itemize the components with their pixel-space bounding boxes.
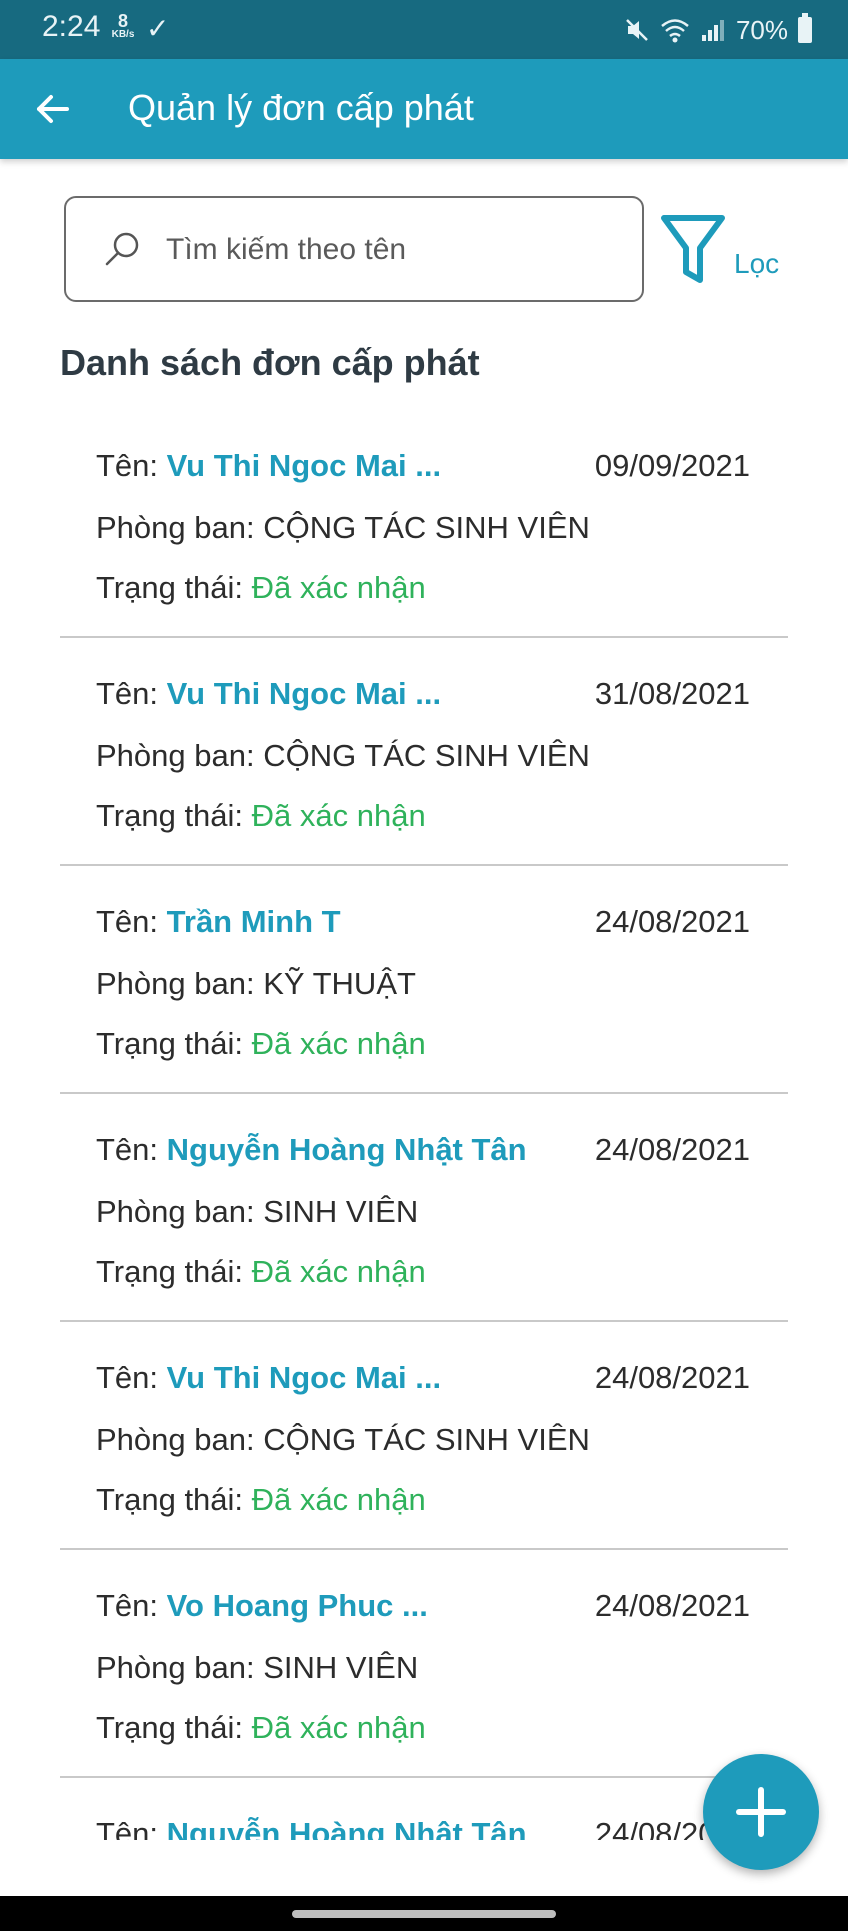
department-label: Phòng ban:: [96, 1194, 264, 1229]
status-row: Trạng thái: Đã xác nhận: [96, 1710, 426, 1746]
plus-icon: [736, 1787, 786, 1837]
mute-icon: [626, 19, 648, 41]
name-row: Tên: Vu Thi Ngoc Mai ...: [96, 676, 441, 712]
department-label: Phòng ban:: [96, 510, 264, 545]
status-icons: 70%: [624, 10, 812, 50]
list-item[interactable]: Tên: Trần Minh T 24/08/2021 Phòng ban: K…: [60, 866, 788, 1094]
item-status: Đã xác nhận: [251, 798, 426, 833]
item-status: Đã xác nhận: [251, 570, 426, 605]
status-time: 2:24: [42, 10, 101, 43]
name-row: Tên: Vu Thi Ngoc Mai ...: [96, 1360, 441, 1396]
list-item[interactable]: Tên: Vu Thi Ngoc Mai ... 31/08/2021 Phòn…: [60, 638, 788, 866]
name-row: Tên: Vu Thi Ngoc Mai ...: [96, 448, 441, 484]
name-row: Tên: Nguyễn Hoàng Nhật Tân: [96, 1132, 527, 1168]
filter-button[interactable]: Lọc: [656, 214, 786, 294]
status-bar: 2:24 8 KB/s ✓ 70%: [0, 0, 848, 59]
screen: 2:24 8 KB/s ✓ 70% Quản lý đơn cấp phát T…: [0, 0, 848, 1931]
item-status: Đã xác nhận: [251, 1482, 426, 1517]
item-date: 24/08/2021: [594, 1132, 750, 1167]
arrow-left-icon: [37, 95, 69, 123]
filter-label: Lọc: [734, 248, 780, 279]
status-label: Trạng thái:: [96, 1710, 252, 1745]
item-date: 09/09/2021: [594, 448, 750, 483]
network-speed-value: 8: [117, 11, 128, 31]
status-label: Trạng thái:: [96, 798, 252, 833]
department-row: Phòng ban: SINH VIÊN: [96, 1650, 418, 1686]
status-label: Trạng thái:: [96, 1026, 252, 1061]
department-label: Phòng ban:: [96, 966, 264, 1001]
battery-percent: 70%: [735, 14, 788, 45]
name-row: Tên: Trần Minh T: [96, 904, 341, 940]
wifi-icon: [661, 19, 689, 43]
department-row: Phòng ban: CỘNG TÁC SINH VIÊN: [96, 1422, 590, 1458]
item-status: Đã xác nhận: [251, 1710, 426, 1745]
add-request-button[interactable]: [703, 1754, 819, 1870]
network-speed-unit: KB/s: [111, 29, 135, 40]
item-date: 24/08/2021: [594, 904, 750, 939]
list-item[interactable]: Tên: Vu Thi Ngoc Mai ... 09/09/2021 Phòn…: [60, 410, 788, 638]
list-item[interactable]: Tên: Nguyễn Hoàng Nhật Tân 24/08/2021 Ph…: [60, 1094, 788, 1322]
department-label: Phòng ban:: [96, 738, 264, 773]
status-label: Trạng thái:: [96, 1482, 252, 1517]
check-icon: ✓: [146, 13, 170, 44]
department-row: Phòng ban: CỘNG TÁC SINH VIÊN: [96, 510, 590, 546]
department-label: Phòng ban:: [96, 1422, 264, 1457]
status-row: Trạng thái: Đã xác nhận: [96, 570, 426, 606]
search-input[interactable]: [164, 224, 608, 276]
status-row: Trạng thái: Đã xác nhận: [96, 1254, 426, 1290]
network-speed: 8 KB/s: [108, 12, 138, 40]
department-label: Phòng ban:: [96, 1650, 264, 1685]
item-name: Vu Thi Ngoc Mai ...: [166, 676, 442, 711]
name-label: Tên:: [96, 1588, 167, 1623]
item-name: Vu Thi Ngoc Mai ...: [166, 448, 442, 483]
department-row: Phòng ban: SINH VIÊN: [96, 1194, 418, 1230]
item-status: Đã xác nhận: [251, 1026, 426, 1061]
department-row: Phòng ban: CỘNG TÁC SINH VIÊN: [96, 738, 590, 774]
name-label: Tên:: [96, 448, 167, 483]
list-item[interactable]: Tên: Vo Hoang Phuc ... 24/08/2021 Phòng …: [60, 1550, 788, 1778]
item-name: Nguyễn Hoàng Nhật Tân: [166, 1816, 527, 1840]
name-row: Tên: Vo Hoang Phuc ...: [96, 1588, 428, 1624]
item-date: 24/08/2021: [594, 1588, 750, 1623]
item-date: 31/08/2021: [594, 676, 750, 711]
item-name: Vo Hoang Phuc ...: [166, 1588, 428, 1623]
page-title: Quản lý đơn cấp phát: [128, 87, 474, 128]
list-item[interactable]: Tên: Nguyễn Hoàng Nhật Tân 24/08/2021: [60, 1778, 788, 1840]
department-row: Phòng ban: KỸ THUẬT: [96, 966, 416, 1002]
status-row: Trạng thái: Đã xác nhận: [96, 1026, 426, 1062]
item-name: Trần Minh T: [166, 904, 341, 939]
name-label: Tên:: [96, 1816, 167, 1840]
status-row: Trạng thái: Đã xác nhận: [96, 798, 426, 834]
name-label: Tên:: [96, 676, 167, 711]
name-row: Tên: Nguyễn Hoàng Nhật Tân: [96, 1816, 527, 1840]
item-department: CỘNG TÁC SINH VIÊN: [263, 1422, 590, 1457]
status-row: Trạng thái: Đã xác nhận: [96, 1482, 426, 1518]
signal-icon: [701, 20, 724, 41]
item-status: Đã xác nhận: [251, 1254, 426, 1289]
item-department: KỸ THUẬT: [263, 966, 416, 1001]
section-title: Danh sách đơn cấp phát: [60, 342, 480, 383]
item-name: Vu Thi Ngoc Mai ...: [166, 1360, 442, 1395]
back-button[interactable]: [22, 79, 82, 139]
item-department: SINH VIÊN: [263, 1650, 419, 1685]
status-label: Trạng thái:: [96, 570, 252, 605]
request-list[interactable]: Tên: Vu Thi Ngoc Mai ... 09/09/2021 Phòn…: [60, 410, 788, 1840]
item-date: 24/08/2021: [594, 1360, 750, 1395]
name-label: Tên:: [96, 1132, 167, 1167]
item-department: CỘNG TÁC SINH VIÊN: [263, 738, 590, 773]
status-label: Trạng thái:: [96, 1254, 252, 1289]
list-item[interactable]: Tên: Vu Thi Ngoc Mai ... 24/08/2021 Phòn…: [60, 1322, 788, 1550]
battery-icon: [798, 13, 812, 43]
item-department: SINH VIÊN: [263, 1194, 419, 1229]
filter-icon: [661, 215, 725, 283]
search-box[interactable]: [64, 196, 644, 302]
name-label: Tên:: [96, 1360, 167, 1395]
app-bar: Quản lý đơn cấp phát: [0, 59, 848, 159]
home-indicator[interactable]: [292, 1910, 556, 1918]
item-department: CỘNG TÁC SINH VIÊN: [263, 510, 590, 545]
item-name: Nguyễn Hoàng Nhật Tân: [166, 1132, 527, 1167]
search-icon: [105, 232, 139, 266]
system-nav-bar: [0, 1896, 848, 1931]
name-label: Tên:: [96, 904, 167, 939]
